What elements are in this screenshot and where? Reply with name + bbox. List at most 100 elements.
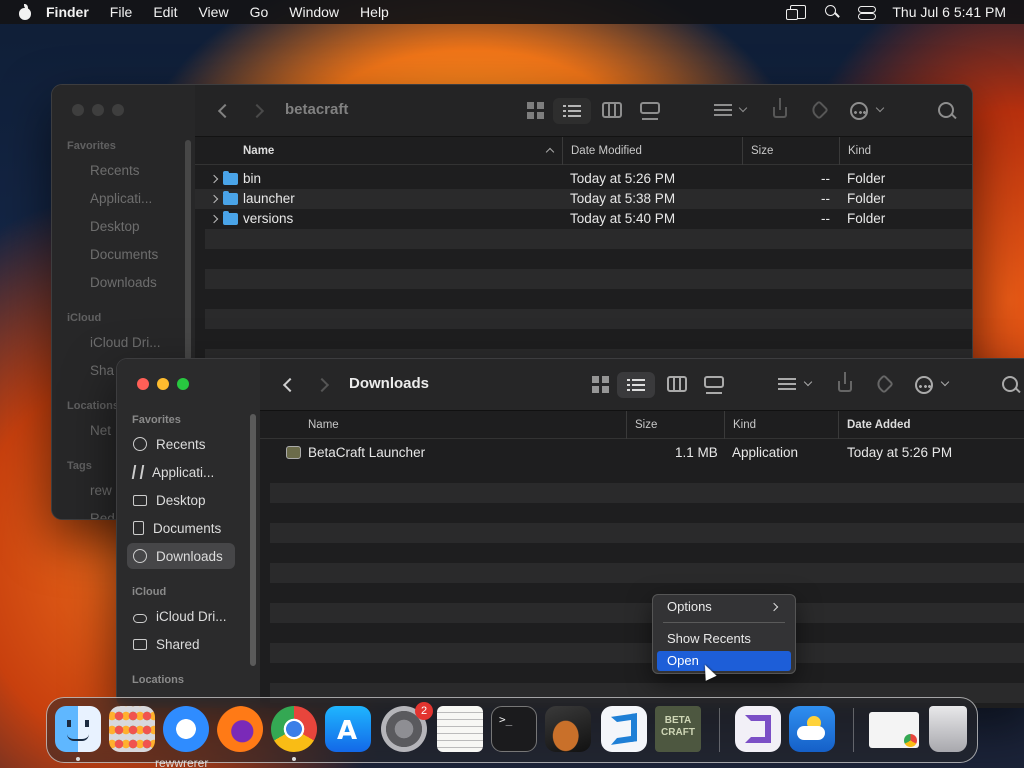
file-date: Today at 5:26 PM (570, 171, 676, 186)
finder-icon[interactable] (55, 706, 101, 752)
app-store-icon[interactable]: A (325, 706, 371, 752)
disclosure-arrow-icon[interactable] (209, 214, 219, 224)
context-menu-open[interactable]: Open (657, 651, 791, 671)
file-date: Today at 5:40 PM (570, 211, 676, 226)
launchpad-icon[interactable] (109, 706, 155, 752)
sidebar-item-documents[interactable]: Documents (84, 241, 192, 267)
sidebar-scrollbar[interactable] (185, 140, 191, 360)
forward-button[interactable] (314, 377, 330, 393)
zoom-button[interactable] (112, 104, 124, 116)
back-button[interactable] (217, 103, 233, 119)
visual-studio-icon[interactable] (735, 706, 781, 752)
desktop-item-label[interactable]: rewwrerer (155, 756, 208, 768)
search-icon[interactable] (1002, 376, 1024, 394)
chevron-down-icon[interactable] (803, 377, 813, 387)
column-date-added[interactable]: Date Added (838, 411, 1024, 439)
weather-icon[interactable] (789, 706, 835, 752)
tag-icon[interactable] (874, 374, 894, 394)
firefox-icon[interactable] (217, 706, 263, 752)
column-date-modified[interactable]: Date Modified (562, 137, 742, 165)
terminal-icon[interactable]: >_ (491, 706, 537, 752)
list-view-button[interactable] (553, 98, 591, 124)
disclosure-arrow-icon[interactable] (209, 194, 219, 204)
chrome-icon[interactable] (271, 706, 317, 752)
more-actions-icon[interactable] (850, 102, 868, 120)
group-by-icon[interactable] (714, 104, 732, 116)
vscode-icon[interactable] (601, 706, 647, 752)
menu-view[interactable]: View (198, 4, 228, 20)
sidebar-item-recents[interactable]: Recents (84, 157, 192, 183)
chevron-down-icon[interactable] (940, 377, 950, 387)
betacraft-icon[interactable]: BETA CRAFT (655, 706, 701, 752)
sidebar-item-downloads[interactable]: Downloads (84, 269, 192, 295)
sidebar-scrollbar[interactable] (250, 414, 256, 666)
share-icon[interactable] (838, 372, 852, 392)
menu-file[interactable]: File (110, 4, 133, 20)
control-center-icon[interactable] (858, 5, 877, 20)
table-row[interactable]: launcher Today at 5:38 PM -- Folder (195, 189, 972, 209)
trash-icon[interactable] (929, 706, 967, 752)
icon-view-icon[interactable] (592, 376, 609, 393)
column-size[interactable]: Size (742, 137, 839, 165)
column-name[interactable]: Name (235, 137, 560, 165)
more-actions-icon[interactable] (915, 376, 933, 394)
sidebar-item-downloads[interactable]: Downloads (127, 543, 235, 569)
sidebar-item-desktop[interactable]: Desktop (84, 213, 192, 239)
share-icon[interactable] (773, 98, 787, 118)
menu-go[interactable]: Go (250, 4, 269, 20)
sidebar-item-icloud-drive[interactable]: iCloud Dri... (84, 329, 192, 355)
context-menu-show-recents[interactable]: Show Recents (657, 629, 791, 649)
sidebar-item-label: Recents (156, 436, 206, 452)
apple-menu-icon[interactable] (18, 4, 32, 20)
group-by-icon[interactable] (778, 378, 796, 390)
column-kind[interactable]: Kind (839, 137, 972, 165)
icon-view-icon[interactable] (527, 102, 544, 119)
finder-window-downloads[interactable]: Favorites Recents Applicati... Desktop D… (116, 358, 1024, 708)
zoom-button[interactable] (177, 378, 189, 390)
textedit-icon[interactable] (437, 706, 483, 752)
close-button[interactable] (137, 378, 149, 390)
sidebar-item-desktop[interactable]: Desktop (127, 487, 235, 513)
menu-app-finder[interactable]: Finder (46, 4, 89, 20)
sidebar-item-icloud-drive[interactable]: iCloud Dri... (127, 603, 235, 629)
minimize-button[interactable] (92, 104, 104, 116)
safari-icon[interactable] (163, 706, 209, 752)
context-menu-options[interactable]: Options (657, 597, 791, 617)
chevron-down-icon[interactable] (738, 103, 748, 113)
chevron-down-icon[interactable] (875, 103, 885, 113)
list-view-button[interactable] (617, 372, 655, 398)
disclosure-arrow-icon[interactable] (209, 174, 219, 184)
sidebar-item-shared[interactable]: Shared (127, 631, 235, 657)
table-row[interactable]: BetaCraft Launcher 1.1 MB Application To… (270, 443, 1024, 463)
menu-edit[interactable]: Edit (153, 4, 177, 20)
sidebar-item-recents[interactable]: Recents (127, 431, 235, 457)
gallery-view-icon[interactable] (640, 102, 660, 120)
sidebar-item-applications[interactable]: Applicati... (84, 185, 192, 211)
spotlight-search-icon[interactable] (824, 5, 840, 19)
back-button[interactable] (282, 377, 298, 393)
sidebar-item-applications[interactable]: Applicati... (127, 459, 235, 485)
gallery-view-icon[interactable] (704, 376, 724, 394)
search-icon[interactable] (938, 102, 960, 120)
minimize-button[interactable] (157, 378, 169, 390)
menu-divider (663, 622, 785, 623)
menu-window[interactable]: Window (289, 4, 339, 20)
column-size[interactable]: Size (626, 411, 724, 439)
menu-help[interactable]: Help (360, 4, 389, 20)
screen-mirroring-icon[interactable] (786, 5, 807, 20)
empty-row (205, 309, 972, 329)
tag-icon[interactable] (809, 100, 829, 120)
table-row[interactable]: versions Today at 5:40 PM -- Folder (195, 209, 972, 229)
garageband-icon[interactable] (545, 706, 591, 752)
sidebar-item-documents[interactable]: Documents (127, 515, 235, 541)
table-row[interactable]: bin Today at 5:26 PM -- Folder (195, 169, 972, 189)
column-view-icon[interactable] (667, 376, 687, 392)
forward-button[interactable] (249, 103, 265, 119)
preview-window-icon[interactable] (869, 712, 919, 748)
close-button[interactable] (72, 104, 84, 116)
column-kind[interactable]: Kind (724, 411, 838, 439)
context-menu: Options Show Recents Open (652, 594, 796, 674)
column-name[interactable]: Name (300, 411, 626, 439)
column-view-icon[interactable] (602, 102, 622, 118)
menu-clock[interactable]: Thu Jul 6 5:41 PM (892, 4, 1006, 20)
